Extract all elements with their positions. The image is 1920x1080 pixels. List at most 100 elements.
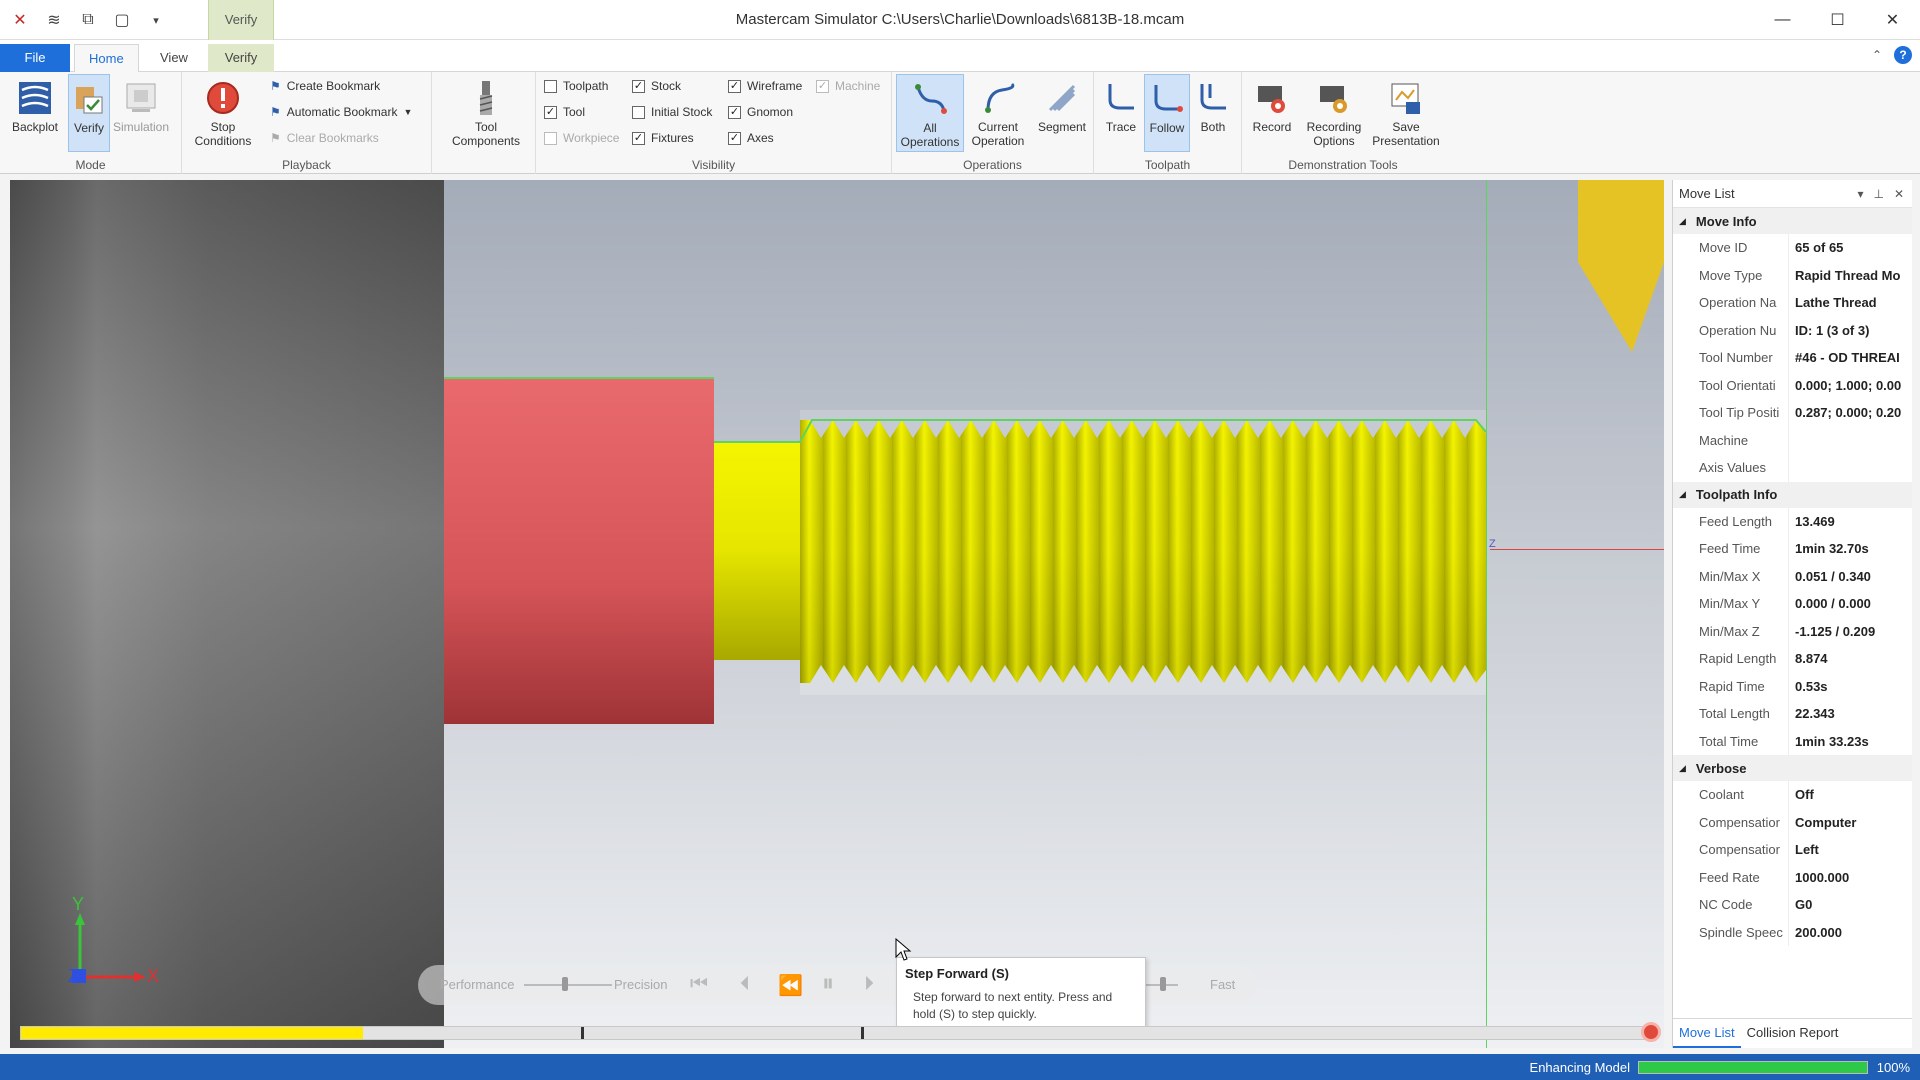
automatic-bookmark-button[interactable]: ⚑ Automatic Bookmark ▼ xyxy=(270,102,412,122)
segment-button[interactable]: Segment xyxy=(1032,74,1092,152)
property-row[interactable]: Feed Time 1min 32.70s xyxy=(1673,535,1912,563)
trace-icon xyxy=(1101,78,1141,118)
collapse-triangle-icon[interactable]: ◢ xyxy=(1679,763,1686,774)
skip-to-start-button[interactable]: ⏮ xyxy=(690,973,708,996)
section-header[interactable]: ◢ Verbose xyxy=(1673,755,1912,781)
property-row[interactable]: Coolant Off xyxy=(1673,781,1912,809)
property-row[interactable]: Operation Na Lathe Thread xyxy=(1673,289,1912,317)
pin-icon[interactable]: ⊥ xyxy=(1873,187,1883,201)
wireframe-checkbox[interactable]: ✓ Wireframe xyxy=(728,76,802,96)
customize-qat-icon[interactable]: ▾ xyxy=(142,6,170,34)
both-button[interactable]: Both xyxy=(1190,74,1236,152)
layers-icon[interactable]: ≋ xyxy=(40,6,68,34)
tab-verify[interactable]: Verify xyxy=(208,44,274,72)
precision-slider[interactable] xyxy=(524,984,612,986)
property-row[interactable]: Compensatior Left xyxy=(1673,836,1912,864)
follow-button[interactable]: Follow xyxy=(1144,74,1190,152)
property-row[interactable]: Total Time 1min 33.23s xyxy=(1673,727,1912,755)
property-key: Total Length xyxy=(1673,700,1789,728)
tab-collision-report[interactable]: Collision Report xyxy=(1741,1019,1845,1048)
step-back-button[interactable]: ⏴ xyxy=(740,973,750,996)
section-header[interactable]: ◢ Move Info xyxy=(1673,208,1912,234)
all-operations-button[interactable]: All Operations xyxy=(896,74,964,152)
help-icon[interactable]: ? xyxy=(1894,46,1912,64)
group-playback-label: Playback xyxy=(282,158,331,172)
current-operation-button[interactable]: Current Operation xyxy=(964,74,1032,152)
property-row[interactable]: Total Length 22.343 xyxy=(1673,700,1912,728)
panel-close-icon[interactable]: ✕ xyxy=(1894,187,1904,201)
property-row[interactable]: Feed Rate 1000.000 xyxy=(1673,863,1912,891)
panel-dropdown-icon[interactable]: ▾ xyxy=(1857,187,1863,201)
minimize-button[interactable]: — xyxy=(1755,0,1810,40)
workpiece-checkbox[interactable]: Workpiece xyxy=(544,128,619,148)
property-row[interactable]: Compensatior Computer xyxy=(1673,808,1912,836)
record-button[interactable]: Record xyxy=(1246,74,1298,152)
property-row[interactable]: NC Code G0 xyxy=(1673,891,1912,919)
property-value: 8.874 xyxy=(1795,651,1828,667)
maximize-button[interactable]: ☐ xyxy=(1810,0,1865,40)
property-row[interactable]: Rapid Time 0.53s xyxy=(1673,672,1912,700)
collapse-ribbon-icon[interactable]: ⌃ xyxy=(1872,48,1882,62)
close-button[interactable]: ✕ xyxy=(1865,0,1920,40)
open-file-icon[interactable]: ⧉ xyxy=(74,6,102,34)
speed-slider-thumb[interactable] xyxy=(1160,977,1166,991)
screen-icon[interactable]: ▢ xyxy=(108,6,136,34)
property-grid: ◢ Move Info Move ID 65 of 65 Move Type Rapid … xyxy=(1673,208,1912,946)
property-value: Left xyxy=(1795,842,1819,858)
panel-title: Move List xyxy=(1679,186,1735,201)
status-progress-track xyxy=(1638,1061,1868,1074)
tab-move-list[interactable]: Move List xyxy=(1673,1019,1741,1048)
backplot-button[interactable]: Backplot xyxy=(4,74,66,152)
property-row[interactable]: Tool Number #46 - OD THREAI xyxy=(1673,344,1912,372)
rewind-button[interactable]: ⏪ xyxy=(778,973,803,998)
property-row[interactable]: Move ID 65 of 65 xyxy=(1673,234,1912,262)
property-row[interactable]: Axis Values xyxy=(1673,454,1912,482)
checkbox-box: ✓ xyxy=(632,79,645,93)
tab-home[interactable]: Home xyxy=(74,44,139,72)
property-row[interactable]: Rapid Length 8.874 xyxy=(1673,645,1912,673)
bookmark-marker[interactable] xyxy=(861,1027,864,1039)
property-row[interactable]: Feed Length 13.469 xyxy=(1673,507,1912,535)
machine-checkbox[interactable]: ✓ Machine xyxy=(816,76,880,96)
tool-components-button[interactable]: Tool Components xyxy=(450,74,522,152)
precision-slider-thumb[interactable] xyxy=(562,977,568,991)
gnomon-checkbox[interactable]: ✓ Gnomon xyxy=(728,102,793,122)
initial-stock-checkbox[interactable]: Initial Stock xyxy=(632,102,712,122)
property-row[interactable]: Machine xyxy=(1673,426,1912,454)
stock-checkbox[interactable]: ✓ Stock xyxy=(632,76,681,96)
property-value: Lathe Thread xyxy=(1795,295,1877,311)
collapse-triangle-icon[interactable]: ◢ xyxy=(1679,489,1686,500)
graphics-viewport[interactable]: Z Y X Z xyxy=(10,180,1664,1048)
fixtures-checkbox[interactable]: ✓ Fixtures xyxy=(632,128,694,148)
trace-button[interactable]: Trace xyxy=(1098,74,1144,152)
tab-file[interactable]: File xyxy=(0,44,70,72)
property-row[interactable]: Spindle Speec 200.000 xyxy=(1673,918,1912,946)
axes-checkbox[interactable]: ✓ Axes xyxy=(728,128,774,148)
recording-options-button[interactable]: Recording Options xyxy=(1298,74,1370,152)
group-tool-components: Tool Components xyxy=(432,72,536,174)
property-row[interactable]: Operation Nu ID: 1 (3 of 3) xyxy=(1673,316,1912,344)
playback-progress-track[interactable] xyxy=(20,1026,1650,1040)
section-header[interactable]: ◢ Toolpath Info xyxy=(1673,481,1912,508)
verify-button[interactable]: Verify xyxy=(68,74,110,152)
simulation-button[interactable]: Simulation xyxy=(110,74,172,152)
stop-conditions-button[interactable]: Stop Conditions xyxy=(186,74,260,152)
property-row[interactable]: Tool Orientati 0.000; 1.000; 0.00 xyxy=(1673,371,1912,399)
create-bookmark-button[interactable]: ⚑ Create Bookmark xyxy=(270,76,380,96)
clear-bookmarks-button[interactable]: ⚑ Clear Bookmarks xyxy=(270,128,379,148)
toolpath-checkbox[interactable]: Toolpath xyxy=(544,76,608,96)
bookmark-marker[interactable] xyxy=(581,1027,584,1039)
checkbox-box: ✓ xyxy=(728,105,741,119)
property-row[interactable]: Min/Max Z -1.125 / 0.209 xyxy=(1673,617,1912,645)
save-presentation-button[interactable]: Save Presentation xyxy=(1370,74,1442,152)
pause-button[interactable]: ⏸ xyxy=(822,970,834,998)
property-row[interactable]: Tool Tip Positi 0.287; 0.000; 0.20 xyxy=(1673,399,1912,427)
property-row[interactable]: Min/Max Y 0.000 / 0.000 xyxy=(1673,590,1912,618)
collapse-triangle-icon[interactable]: ◢ xyxy=(1679,216,1686,227)
property-row[interactable]: Min/Max X 0.051 / 0.340 xyxy=(1673,562,1912,590)
playback-end-marker[interactable] xyxy=(1641,1022,1661,1042)
tab-view[interactable]: View xyxy=(146,44,202,72)
step-forward-button[interactable]: ⏵ xyxy=(864,973,874,996)
property-row[interactable]: Move Type Rapid Thread Mo xyxy=(1673,261,1912,289)
tool-checkbox[interactable]: ✓ Tool xyxy=(544,102,585,122)
